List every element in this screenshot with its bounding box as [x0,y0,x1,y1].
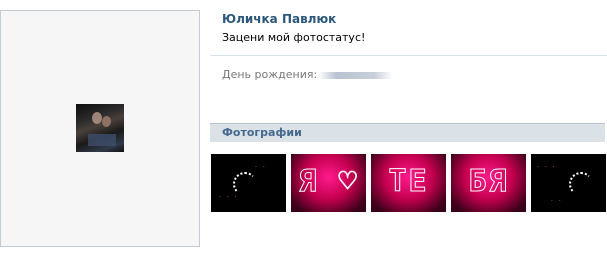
avatar[interactable] [76,104,124,152]
photo-thumbnail-1[interactable]: · · · · · [211,154,286,212]
photo-text: Я ♡ [298,164,359,200]
photo-thumbnail-5[interactable]: · · · · · [531,154,606,212]
photo-text: ТЕ [388,164,429,200]
divider [210,55,607,56]
photo-thumbnail-2[interactable]: Я ♡ [291,154,366,212]
photo-text: БЯ [468,164,509,200]
birthday-label: День рождения: [222,68,318,81]
photo-thumbnail-4[interactable]: БЯ [451,154,526,212]
photo-thumbnail-3[interactable]: ТЕ [371,154,446,212]
profile-name[interactable]: Юличка Павлюк [222,12,336,26]
birthday-value-blurred [318,72,393,79]
profile-status: Зацени мой фотостатус! [222,31,366,44]
photos-section-header[interactable]: Фотографии [210,123,605,142]
